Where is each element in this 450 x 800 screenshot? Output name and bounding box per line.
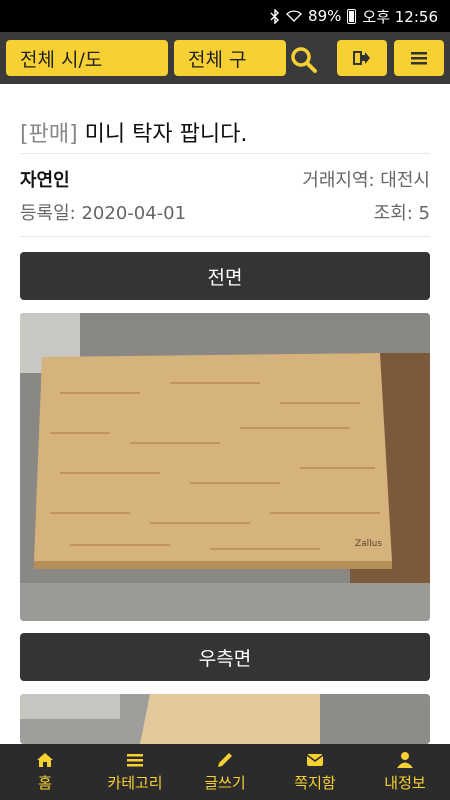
tab-profile-label: 내정보 xyxy=(384,774,426,792)
right-photo[interactable] xyxy=(20,694,430,744)
cutting-board-side-image xyxy=(20,694,430,744)
tab-category[interactable]: 카테고리 xyxy=(90,744,180,800)
front-view-button[interactable]: 전면 xyxy=(20,252,430,300)
pencil-icon xyxy=(218,753,232,767)
clock: 오후 12:56 xyxy=(362,7,438,26)
post-date: 등록일: 2020-04-01 xyxy=(20,203,187,224)
tab-write[interactable]: 글쓰기 xyxy=(180,744,270,800)
tab-messages[interactable]: 쪽지함 xyxy=(270,744,360,800)
divider xyxy=(20,236,430,237)
status-bar: 89% 오후 12:56 xyxy=(0,0,450,32)
post-title: 미니 탁자 팝니다. xyxy=(84,122,248,147)
post-region: 거래지역: 대전시 xyxy=(302,170,430,191)
hamburger-menu-icon xyxy=(411,52,427,65)
tab-profile[interactable]: 내정보 xyxy=(360,744,450,800)
tab-write-label: 글쓰기 xyxy=(204,774,246,792)
cutting-board-image: Zallus xyxy=(20,313,430,621)
post-author: 자연인 xyxy=(20,170,70,191)
post-title-row: [판매] 미니 탁자 팝니다. xyxy=(20,116,247,148)
tab-messages-label: 쪽지함 xyxy=(294,774,336,792)
user-icon xyxy=(397,752,413,768)
sign-out-icon xyxy=(353,51,370,65)
district-select[interactable]: 전체 구 xyxy=(174,40,286,76)
bottom-tab-bar: 홈 카테고리 글쓰기 쪽지함 내정보 xyxy=(0,744,450,800)
battery-icon xyxy=(347,8,357,24)
bluetooth-icon xyxy=(270,8,280,24)
top-nav: 전체 시/도 전체 구 xyxy=(0,32,450,84)
wifi-icon xyxy=(286,10,302,22)
post-views: 조회: 5 xyxy=(373,203,430,224)
search-icon[interactable] xyxy=(290,46,318,74)
right-view-button[interactable]: 우측면 xyxy=(20,633,430,681)
battery-percent: 89% xyxy=(308,7,342,25)
divider xyxy=(20,153,430,154)
front-photo[interactable]: Zallus xyxy=(20,313,430,621)
menu-button[interactable] xyxy=(394,40,444,76)
list-icon xyxy=(127,754,143,767)
tab-category-label: 카테고리 xyxy=(107,774,163,792)
photo-brand-text: Zallus xyxy=(355,539,382,549)
envelope-icon xyxy=(306,754,324,766)
home-icon xyxy=(37,753,53,767)
tab-home-label: 홈 xyxy=(38,774,52,792)
logout-button[interactable] xyxy=(337,40,387,76)
post-category: [판매] xyxy=(20,122,78,147)
city-select[interactable]: 전체 시/도 xyxy=(6,40,168,76)
tab-home[interactable]: 홈 xyxy=(0,744,90,800)
